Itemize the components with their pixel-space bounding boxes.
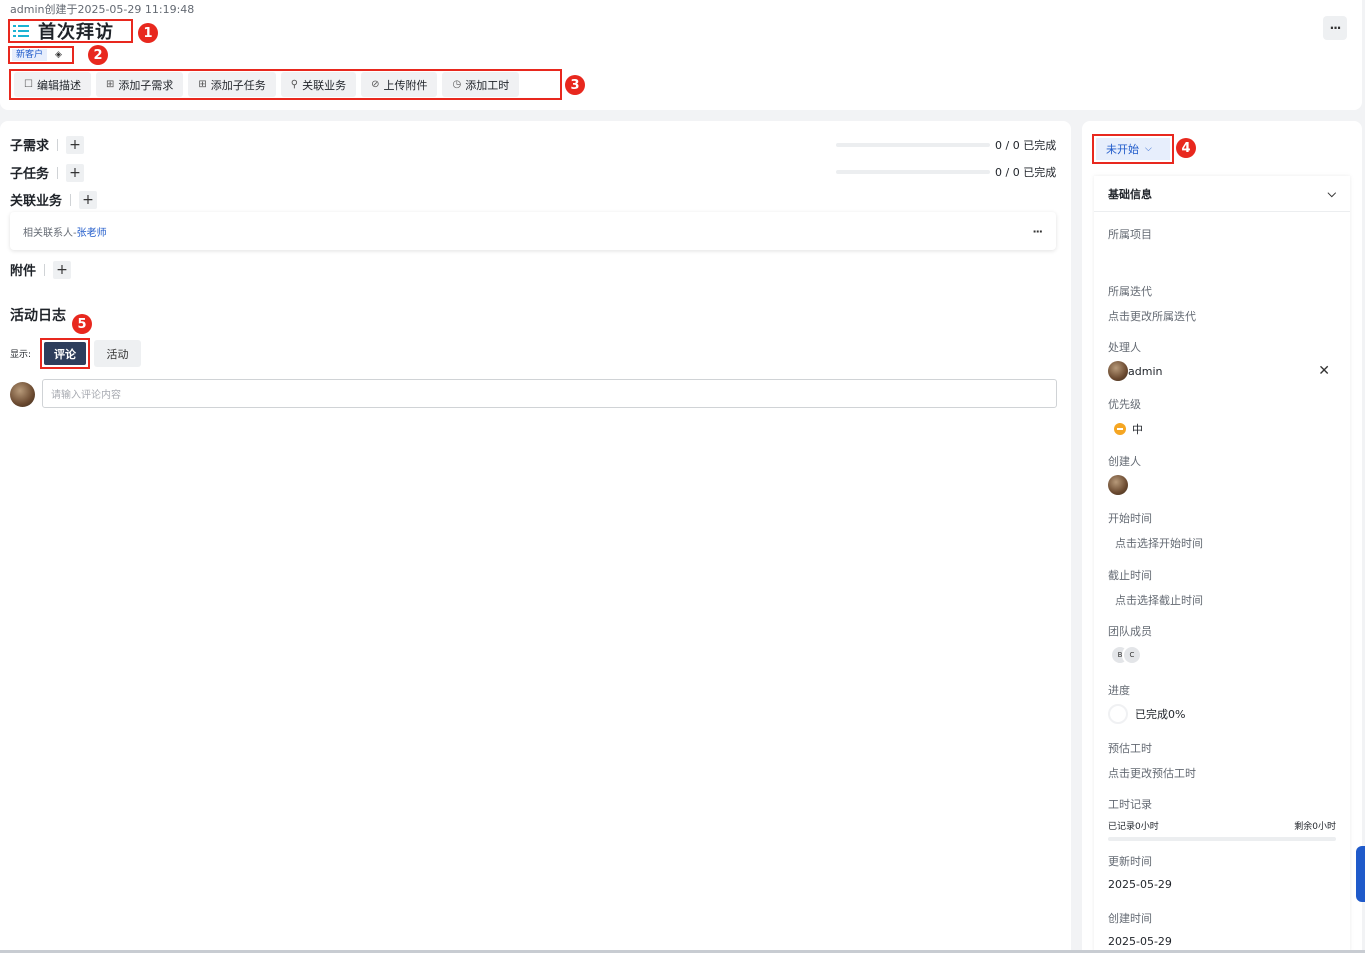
progress-field[interactable]: 进度 已完成0% (1108, 682, 1336, 724)
sub-tasks-progress: 0 / 0 已完成 (836, 164, 1056, 180)
close-icon[interactable]: ✕ (1318, 363, 1330, 379)
add-task-icon: ⊞ (198, 79, 207, 90)
annotation-badge-3: 3 (565, 75, 585, 95)
related-contact-link[interactable]: 张老师 (77, 224, 107, 239)
link-icon: ⚲ (290, 79, 299, 90)
divider (44, 263, 46, 276)
basic-info-header[interactable]: 基础信息 ⌵ (1094, 176, 1350, 212)
floating-side-tab[interactable] (1356, 846, 1365, 902)
customer-tag[interactable]: 新客户 (12, 49, 48, 61)
status-dropdown[interactable]: 未开始 ⌵ (1096, 138, 1170, 160)
worklog-remaining: 剩余0小时 (1294, 822, 1336, 832)
worklog-field: 工时记录 已记录0小时 剩余0小时 (1108, 796, 1336, 841)
basic-info-card: 基础信息 ⌵ 所属项目 所属迭代 点击更改所属迭代 处理人 admin ✕ 优先… (1094, 176, 1350, 953)
attachment-icon: ⊘ (371, 79, 380, 90)
chevron-down-icon: ⌵ (1327, 186, 1336, 200)
status-highlight: 未开始 ⌵ (1092, 134, 1174, 164)
created-info: admin创建于2025-05-29 11:19:48 (10, 3, 195, 16)
add-sub-requirement-button[interactable]: ⊞ 添加子需求 (95, 72, 184, 97)
sub-requirements-section: 子需求 + (10, 135, 85, 154)
divider (70, 193, 72, 206)
assignee-field[interactable]: 处理人 admin ✕ (1108, 339, 1336, 381)
chevron-down-icon: ⌵ (1145, 144, 1152, 154)
worklog-bar (1108, 837, 1336, 841)
add-related-business-plus[interactable]: + (79, 190, 98, 209)
related-contact-card[interactable]: 相关联系人- 张老师 ··· (10, 212, 1056, 250)
add-worklog-button[interactable]: ◷ 添加工时 (442, 72, 520, 97)
start-time-field[interactable]: 开始时间 点击选择开始时间 (1108, 510, 1336, 551)
related-more-button[interactable]: ··· (1032, 225, 1043, 238)
list-icon (13, 25, 29, 37)
priority-icon (1114, 423, 1126, 435)
team-members-field[interactable]: 团队成员 B C (1108, 623, 1336, 665)
show-label: 显示: (10, 350, 32, 360)
add-sub-task-button[interactable]: ⊞ 添加子任务 (188, 72, 276, 97)
basic-info-title: 基础信息 (1108, 187, 1152, 201)
avatar (1108, 361, 1128, 381)
divider (57, 166, 59, 179)
sub-tasks-section: 子任务 + (10, 163, 85, 182)
tab-activity[interactable]: 活动 (94, 340, 141, 367)
annotation-badge-5: 5 (72, 314, 92, 334)
add-sub-requirement-plus[interactable]: + (66, 135, 85, 154)
tag-icon[interactable]: ◈ (55, 50, 62, 60)
add-requirement-icon: ⊞ (105, 79, 115, 90)
sub-tasks-progress-bar (836, 170, 990, 174)
tab-comments[interactable]: 评论 (44, 342, 86, 365)
end-time-field[interactable]: 截止时间 点击选择截止时间 (1108, 567, 1336, 608)
annotation-badge-1: 1 (138, 23, 158, 43)
annotation-badge-2: 2 (88, 45, 108, 65)
creator-field: 创建人 (1108, 453, 1336, 495)
member-avatar: C (1122, 645, 1142, 665)
main-panel: 子需求 + 0 / 0 已完成 子任务 + 0 / 0 已完成 关联业务 + 相… (0, 121, 1071, 953)
progress-ring (1108, 704, 1128, 724)
related-business-section: 关联业务 + (10, 190, 98, 209)
detail-sidebar: 未开始 ⌵ 4 基础信息 ⌵ 所属项目 所属迭代 点击更改所属迭代 处理人 ad… (1082, 121, 1362, 953)
annotation-badge-4: 4 (1176, 138, 1196, 158)
add-sub-task-plus[interactable]: + (66, 163, 85, 182)
sub-tasks-progress-text: 0 / 0 已完成 (995, 166, 1057, 179)
edit-description-button[interactable]: ☐ 编辑描述 (14, 72, 91, 97)
activity-log-title: 活动日志 (10, 308, 66, 324)
sub-tasks-title: 子任务 (10, 167, 50, 182)
progress-value: 已完成0% (1135, 708, 1186, 721)
assignee-name: admin (1128, 364, 1163, 378)
clock-icon: ◷ (452, 79, 462, 90)
project-field[interactable]: 所属项目 (1108, 226, 1336, 251)
more-options-button[interactable]: ··· (1323, 16, 1347, 40)
related-contact-prefix: 相关联系人- (23, 227, 77, 239)
upload-attachment-button[interactable]: ⊘ 上传附件 (361, 72, 438, 97)
estimate-field[interactable]: 预估工时 点击更改预估工时 (1108, 740, 1336, 781)
updated-time-field: 更新时间 2025-05-29 (1108, 855, 1172, 891)
comment-input[interactable]: 请输入评论内容 (42, 379, 1057, 408)
add-attachment-plus[interactable]: + (53, 260, 72, 279)
status-label: 未开始 (1106, 143, 1139, 156)
iteration-field[interactable]: 所属迭代 点击更改所属迭代 (1108, 283, 1336, 324)
sub-requirements-progress-bar (836, 143, 990, 147)
title-highlight: 首次拜访 (8, 19, 133, 43)
related-business-title: 关联业务 (10, 194, 63, 209)
tag-highlight: 新客户 ◈ (8, 46, 74, 64)
priority-field[interactable]: 优先级 中 (1108, 396, 1336, 437)
task-header: admin创建于2025-05-29 11:19:48 首次拜访 1 新客户 ◈… (0, 0, 1362, 110)
avatar (1108, 475, 1128, 495)
edit-icon: ☐ (24, 79, 33, 90)
created-time-field: 创建时间 2025-05-29 (1108, 912, 1172, 948)
sub-requirements-progress: 0 / 0 已完成 (836, 137, 1056, 153)
sub-requirements-progress-text: 0 / 0 已完成 (995, 139, 1057, 152)
action-toolbar: ☐ 编辑描述 ⊞ 添加子需求 ⊞ 添加子任务 ⚲ 关联业务 ⊘ 上传附件 ◷ 添加工时 (9, 69, 562, 100)
divider (57, 138, 59, 151)
link-business-button[interactable]: ⚲ 关联业务 (280, 72, 357, 97)
worklog-recorded: 已记录0小时 (1108, 822, 1159, 832)
avatar (10, 382, 35, 407)
page-title[interactable]: 首次拜访 (38, 18, 114, 44)
attachments-title: 附件 (10, 264, 37, 279)
attachments-section: 附件 + (10, 260, 72, 279)
tab-highlight: 评论 (40, 338, 90, 369)
sub-requirements-title: 子需求 (10, 139, 50, 154)
priority-value: 中 (1132, 423, 1143, 436)
